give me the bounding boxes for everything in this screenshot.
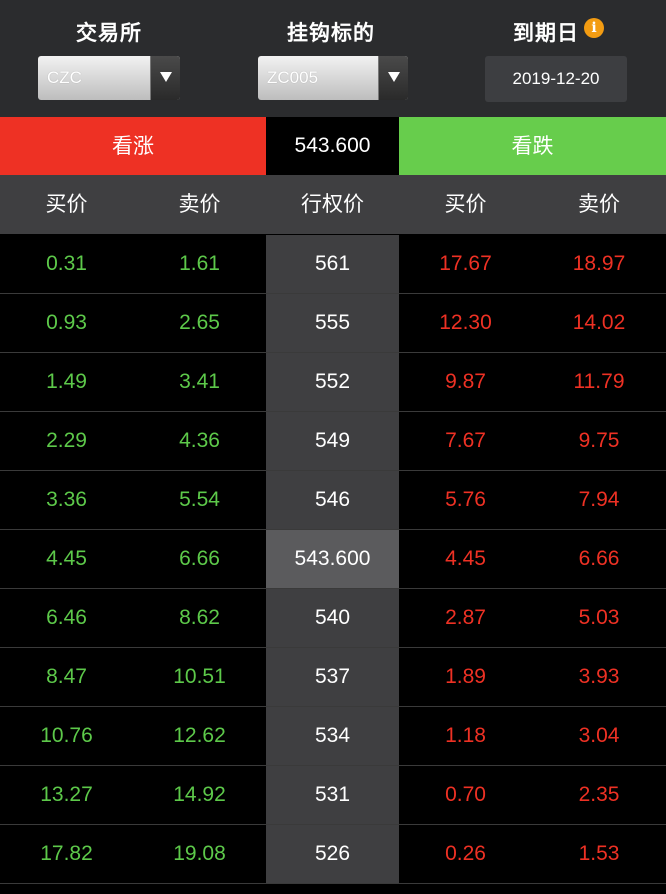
table-row[interactable]: 6.46 8.62 540 2.87 5.03 — [0, 589, 666, 648]
call-ask-cell[interactable]: 14.92 — [133, 766, 266, 824]
strike-cell: 549 — [266, 412, 399, 470]
call-ask-cell[interactable]: 1.61 — [133, 235, 266, 293]
call-ask-cell[interactable]: 2.65 — [133, 294, 266, 352]
call-ask-cell[interactable]: 8.62 — [133, 589, 266, 647]
strike-cell: 555 — [266, 294, 399, 352]
put-bid-cell[interactable]: 0.26 — [399, 825, 532, 883]
call-ask-cell[interactable]: 12.62 — [133, 707, 266, 765]
strike-cell: 552 — [266, 353, 399, 411]
underlying-select[interactable]: ZC005 — [258, 56, 408, 100]
call-bid-cell[interactable]: 6.46 — [0, 589, 133, 647]
column-header-call-bid: 买价 — [45, 192, 88, 216]
put-button[interactable]: 看跌 — [399, 117, 666, 175]
put-ask-cell[interactable]: 2.35 — [532, 766, 666, 824]
put-ask-cell[interactable]: 6.66 — [532, 530, 666, 588]
call-ask-cell[interactable]: 4.36 — [133, 412, 266, 470]
strike-cell: 526 — [266, 825, 399, 883]
call-bid-cell[interactable]: 13.27 — [0, 766, 133, 824]
trade-bar: 看涨 543.600 看跌 — [0, 117, 666, 175]
strike-cell: 561 — [266, 235, 399, 293]
put-bid-cell[interactable]: 17.67 — [399, 235, 532, 293]
strike-cell: 531 — [266, 766, 399, 824]
exchange-column: 交易所 CZC — [0, 0, 218, 117]
call-bid-cell[interactable]: 1.49 — [0, 353, 133, 411]
table-row-at-the-money[interactable]: 4.45 6.66 543.600 4.45 6.66 — [0, 530, 666, 589]
table-row[interactable]: 3.36 5.54 546 5.76 7.94 — [0, 471, 666, 530]
table-row[interactable]: 1.49 3.41 552 9.87 11.79 — [0, 353, 666, 412]
call-ask-cell[interactable]: 10.51 — [133, 648, 266, 706]
call-bid-cell[interactable]: 3.36 — [0, 471, 133, 529]
put-bid-cell[interactable]: 12.30 — [399, 294, 532, 352]
table-header: 买价 卖价 行权价 买价 卖价 — [0, 175, 666, 234]
put-ask-cell[interactable]: 14.02 — [532, 294, 666, 352]
table-row[interactable]: 8.47 10.51 537 1.89 3.93 — [0, 648, 666, 707]
put-ask-cell[interactable]: 3.04 — [532, 707, 666, 765]
call-ask-cell[interactable]: 3.41 — [133, 353, 266, 411]
strike-cell: 540 — [266, 589, 399, 647]
underlying-select-value: ZC005 — [267, 68, 319, 87]
column-header-call-ask: 卖价 — [178, 192, 221, 216]
call-bid-cell[interactable]: 0.93 — [0, 294, 133, 352]
table-row[interactable]: 10.76 12.62 534 1.18 3.04 — [0, 707, 666, 766]
expiry-date-field[interactable]: 2019-12-20 — [485, 56, 627, 102]
table-row[interactable]: 13.27 14.92 531 0.70 2.35 — [0, 766, 666, 825]
put-ask-cell[interactable]: 9.75 — [532, 412, 666, 470]
table-row[interactable]: 17.82 19.08 526 0.26 1.53 — [0, 825, 666, 884]
expiry-label: 到期日 — [513, 21, 579, 45]
call-button[interactable]: 看涨 — [0, 117, 266, 175]
call-bid-cell[interactable]: 0.31 — [0, 235, 133, 293]
column-header-put-ask: 卖价 — [578, 192, 620, 216]
chevron-down-icon[interactable] — [150, 56, 180, 100]
put-bid-cell[interactable]: 4.45 — [399, 530, 532, 588]
put-bid-cell[interactable]: 7.67 — [399, 412, 532, 470]
call-bid-cell[interactable]: 17.82 — [0, 825, 133, 883]
call-bid-cell[interactable]: 4.45 — [0, 530, 133, 588]
exchange-label: 交易所 — [76, 21, 142, 45]
option-chain-table: 0.31 1.61 561 17.67 18.97 0.93 2.65 555 … — [0, 235, 666, 884]
underlying-column: 挂钩标的 ZC005 — [218, 0, 444, 117]
call-bid-cell[interactable]: 2.29 — [0, 412, 133, 470]
put-ask-cell[interactable]: 5.03 — [532, 589, 666, 647]
strike-cell: 546 — [266, 471, 399, 529]
exchange-select-value: CZC — [47, 68, 82, 87]
expiry-column: 到期日 i 2019-12-20 — [444, 0, 666, 117]
put-ask-cell[interactable]: 7.94 — [532, 471, 666, 529]
header-bar: 交易所 CZC 挂钩标的 ZC005 到期日 i 2019-12-20 — [0, 0, 666, 117]
underlying-label: 挂钩标的 — [287, 21, 375, 45]
put-bid-cell[interactable]: 1.18 — [399, 707, 532, 765]
put-ask-cell[interactable]: 3.93 — [532, 648, 666, 706]
put-bid-cell[interactable]: 0.70 — [399, 766, 532, 824]
put-bid-cell[interactable]: 2.87 — [399, 589, 532, 647]
column-header-put-bid: 买价 — [444, 192, 487, 216]
column-header-strike: 行权价 — [301, 192, 364, 216]
strike-cell: 534 — [266, 707, 399, 765]
call-ask-cell[interactable]: 6.66 — [133, 530, 266, 588]
call-bid-cell[interactable]: 10.76 — [0, 707, 133, 765]
table-row[interactable]: 0.93 2.65 555 12.30 14.02 — [0, 294, 666, 353]
put-ask-cell[interactable]: 11.79 — [532, 353, 666, 411]
call-ask-cell[interactable]: 19.08 — [133, 825, 266, 883]
put-ask-cell[interactable]: 1.53 — [532, 825, 666, 883]
table-row[interactable]: 0.31 1.61 561 17.67 18.97 — [0, 235, 666, 294]
put-bid-cell[interactable]: 9.87 — [399, 353, 532, 411]
strike-cell-at-the-money: 543.600 — [266, 530, 399, 588]
exchange-select[interactable]: CZC — [38, 56, 180, 100]
underlying-price: 543.600 — [266, 117, 399, 175]
table-row[interactable]: 2.29 4.36 549 7.67 9.75 — [0, 412, 666, 471]
strike-cell: 537 — [266, 648, 399, 706]
info-icon[interactable]: i — [584, 18, 604, 38]
call-bid-cell[interactable]: 8.47 — [0, 648, 133, 706]
put-ask-cell[interactable]: 18.97 — [532, 235, 666, 293]
put-bid-cell[interactable]: 5.76 — [399, 471, 532, 529]
put-bid-cell[interactable]: 1.89 — [399, 648, 532, 706]
call-ask-cell[interactable]: 5.54 — [133, 471, 266, 529]
chevron-down-icon[interactable] — [378, 56, 408, 100]
